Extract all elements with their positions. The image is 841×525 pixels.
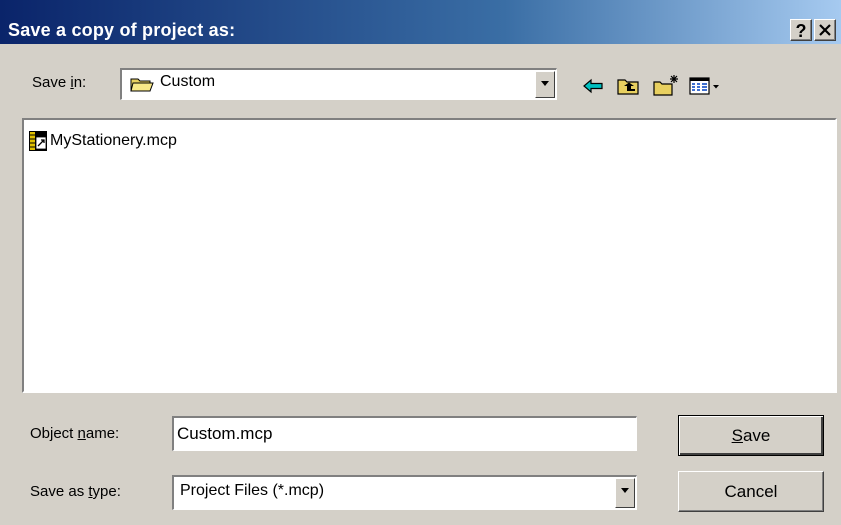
create-new-folder-button[interactable] xyxy=(652,74,678,98)
up-one-level-icon xyxy=(617,79,639,95)
object-name-label: Object name: xyxy=(30,425,120,442)
object-name-input[interactable] xyxy=(172,416,637,451)
up-one-level-button[interactable] xyxy=(616,74,642,98)
save-in-label: Save in: xyxy=(32,74,87,91)
save-in-combo[interactable]: Custom xyxy=(120,68,557,100)
folder-icon xyxy=(130,78,154,92)
save-as-type-label: Save as type: xyxy=(30,483,121,500)
save-as-type-dropdown-button[interactable] xyxy=(615,478,635,508)
title-bar[interactable]: Save a copy of project as: ? xyxy=(0,0,841,44)
close-button[interactable] xyxy=(814,19,836,41)
save-as-type-combo[interactable]: Project Files (*.mcp) xyxy=(172,475,637,510)
file-name: MyStationery.mcp xyxy=(50,132,177,149)
dialog-title: Save a copy of project as: xyxy=(8,20,236,40)
list-item[interactable]: MyStationery.mcp xyxy=(28,128,177,154)
cancel-button[interactable]: Cancel xyxy=(678,471,824,512)
file-list[interactable]: MyStationery.mcp xyxy=(22,118,837,393)
close-icon xyxy=(819,24,831,36)
save-in-value: Custom xyxy=(160,73,216,90)
project-file-icon xyxy=(29,131,47,151)
view-menu-button[interactable] xyxy=(688,74,724,98)
save-in-dropdown-button[interactable] xyxy=(535,71,555,98)
help-button[interactable]: ? xyxy=(790,19,812,41)
save-as-type-value: Project Files (*.mcp) xyxy=(180,482,325,499)
back-arrow-icon xyxy=(583,78,603,94)
back-button[interactable] xyxy=(580,74,606,98)
view-menu-icon xyxy=(689,77,719,95)
create-new-folder-icon xyxy=(653,75,678,96)
save-copy-dialog: Save a copy of project as: ? Save in: Cu… xyxy=(0,0,841,525)
save-button[interactable]: Save xyxy=(678,415,824,456)
